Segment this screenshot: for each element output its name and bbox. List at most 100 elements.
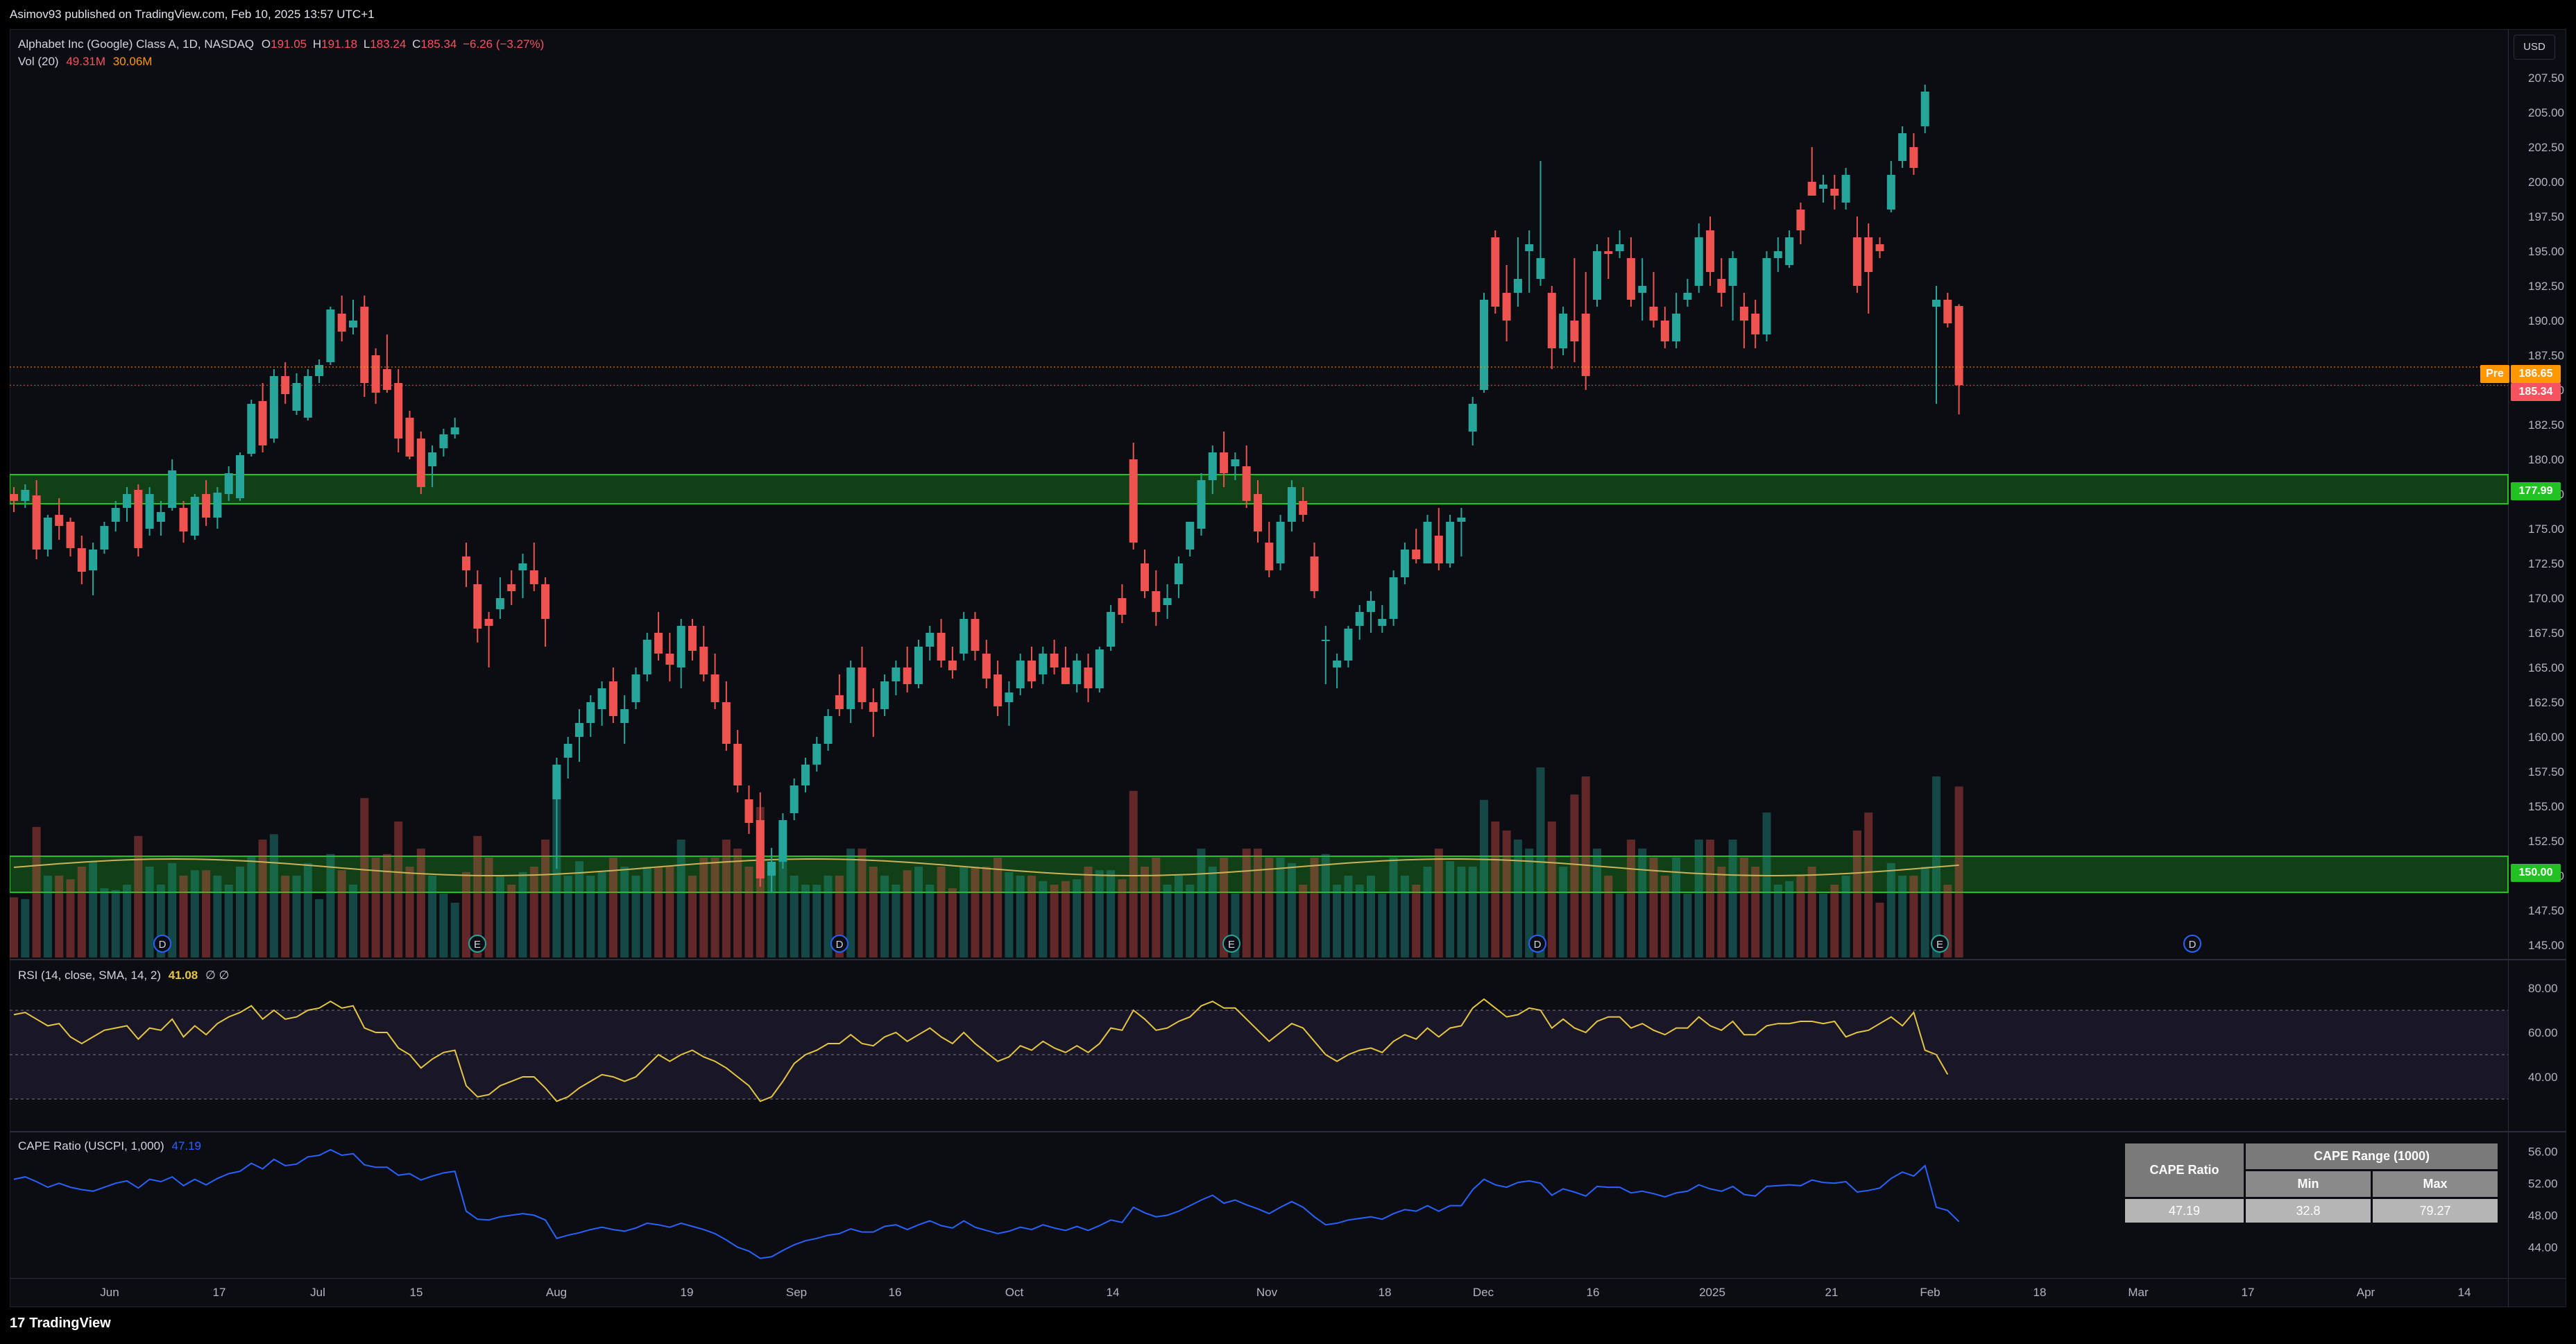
time-tick-label: 14 — [1107, 1286, 1120, 1299]
volume-bar — [145, 867, 154, 958]
tradingview-logo-icon: 17 — [10, 1316, 26, 1331]
dividend-marker-label: D — [159, 939, 167, 951]
candle-body — [202, 494, 211, 518]
high-value: 191.18 — [321, 37, 358, 51]
volume-bar — [1299, 885, 1308, 958]
candle-body — [880, 681, 889, 709]
volume-bar — [1739, 858, 1748, 958]
time-tick-label: 2025 — [1699, 1286, 1725, 1299]
candle-body — [778, 820, 787, 862]
candle-body — [948, 661, 957, 670]
volume-bar — [1310, 858, 1319, 958]
candle-body — [43, 518, 52, 550]
candle-body — [349, 321, 357, 328]
candle-body — [1423, 522, 1432, 563]
candle-body — [710, 674, 719, 702]
volume-bar — [1773, 885, 1782, 958]
candle-body — [1333, 661, 1342, 667]
volume-bar — [1898, 876, 1907, 958]
price-tick-label: 155.00 — [2528, 800, 2564, 813]
candle-body — [1434, 536, 1443, 563]
price-tick-label: 207.50 — [2528, 71, 2564, 85]
close-label: C — [412, 37, 421, 51]
candle-body — [620, 709, 629, 723]
candle-body — [586, 702, 595, 723]
candle-body — [236, 455, 244, 498]
candle-body — [1129, 459, 1138, 543]
candle-body — [382, 369, 391, 390]
volume-bar — [529, 867, 538, 958]
candle-body — [1107, 612, 1116, 647]
candle-body — [1638, 286, 1647, 293]
volume-legend[interactable]: Vol (20) 49.31M 30.06M — [18, 55, 152, 69]
candle-body — [1265, 543, 1274, 570]
candle-body — [1084, 667, 1093, 688]
candle-body — [1276, 522, 1285, 563]
volume-bar — [1683, 894, 1692, 958]
volume-bar — [1073, 879, 1082, 958]
volume-bar — [1864, 813, 1873, 958]
volume-bar — [416, 849, 425, 958]
candle-body — [1073, 661, 1082, 684]
volume-bar — [801, 885, 810, 958]
volume-bar — [982, 867, 991, 958]
cape-legend[interactable]: CAPE Ratio (USCPI, 1,000) 47.19 — [18, 1139, 201, 1153]
volume-label: Vol (20) — [18, 55, 59, 68]
volume-bar — [563, 876, 572, 958]
candle-body — [1785, 237, 1794, 265]
cape-min-label: Min — [2246, 1171, 2371, 1197]
candle-body — [926, 633, 935, 647]
candle-body — [1287, 487, 1296, 522]
candle-body — [1954, 306, 1963, 386]
volume-bar — [676, 840, 685, 958]
cape-value: 47.19 — [171, 1139, 201, 1152]
rsi-tick-label: 60.00 — [2528, 1026, 2558, 1039]
candle-body — [790, 785, 799, 813]
volume-bar — [428, 876, 437, 958]
volume-bar — [1660, 876, 1669, 958]
candle-body — [1920, 92, 1929, 126]
candle-body — [21, 490, 30, 501]
candle-body — [1604, 251, 1613, 254]
publish-text: Asimov93 published on TradingView.com, F… — [10, 8, 375, 21]
candle-body — [1457, 518, 1466, 522]
volume-bar — [959, 867, 969, 958]
pre-market-price-tag: 186.65 — [2511, 365, 2561, 383]
tradingview-logo[interactable]: 17 TradingView — [10, 1316, 111, 1332]
time-tick-label: 15 — [410, 1286, 423, 1299]
volume-bar — [1027, 876, 1036, 958]
rsi-legend[interactable]: RSI (14, close, SMA, 14, 2) 41.08 ∅ ∅ — [18, 969, 229, 983]
low-label: L — [363, 37, 370, 51]
volume-bar — [1468, 867, 1477, 958]
volume-bar — [32, 826, 41, 958]
volume-bar — [394, 822, 403, 958]
candle-body — [1039, 654, 1048, 674]
candle-body — [10, 494, 18, 501]
candle-body — [676, 626, 685, 667]
volume-bar — [303, 862, 312, 958]
currency-button[interactable]: USD — [2514, 35, 2555, 60]
volume-bar — [1852, 831, 1861, 958]
volume-bar — [971, 867, 980, 958]
price-axis-border — [2508, 29, 2509, 1307]
volume-bar — [1197, 849, 1206, 958]
candle-body — [756, 820, 765, 878]
chart-canvas[interactable]: 207.50 205.00 202.50 200.00 197.50 195.00 192.… — [10, 29, 2566, 1307]
volume-bar — [518, 871, 527, 958]
candle-body — [1344, 629, 1353, 661]
volume-bar — [858, 849, 867, 958]
candle-body — [1118, 598, 1127, 615]
candle-body — [179, 508, 188, 531]
volume-bar — [1491, 822, 1500, 958]
cape-line — [13, 1148, 1960, 1259]
volume-bar — [1626, 840, 1635, 958]
candle-body — [1491, 237, 1500, 307]
candle-body — [1355, 612, 1364, 626]
candle-body — [123, 494, 131, 508]
symbol-legend[interactable]: Alphabet Inc (Google) Class A, 1D, NASDA… — [18, 37, 544, 51]
volume-bar — [620, 867, 629, 958]
volume-bar — [1547, 822, 1556, 958]
volume-bar — [236, 867, 244, 958]
candle-body — [1480, 300, 1488, 390]
volume-bar — [326, 853, 335, 958]
